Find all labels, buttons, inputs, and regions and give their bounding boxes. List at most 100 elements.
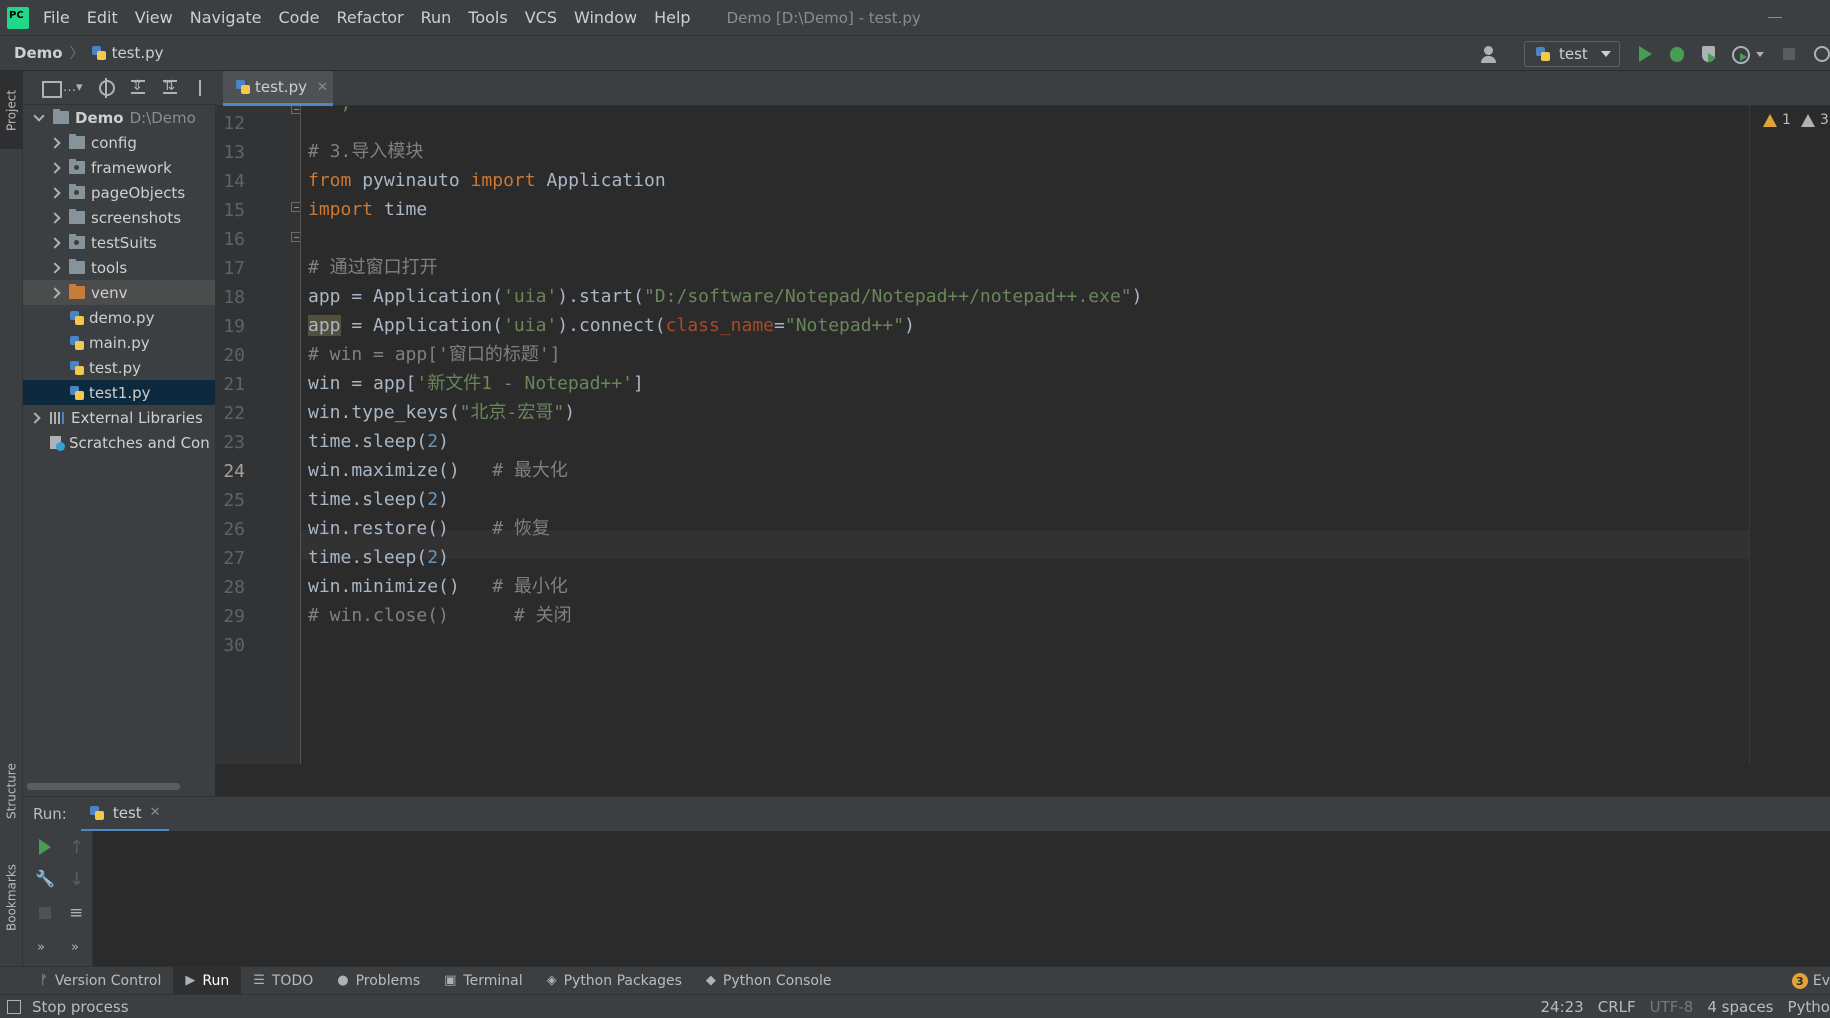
fold-marker-icon[interactable] bbox=[291, 202, 300, 212]
close-icon[interactable]: ✕ bbox=[317, 80, 328, 95]
tree-file-main[interactable]: main.py bbox=[23, 330, 215, 355]
run-icon[interactable] bbox=[1634, 43, 1656, 65]
file-encoding[interactable]: UTF-8 bbox=[1650, 998, 1694, 1016]
inspection-gutter bbox=[1749, 106, 1830, 764]
tree-item-label: test1.py bbox=[89, 383, 151, 402]
python-file-icon bbox=[69, 360, 85, 376]
minimize-window-button[interactable] bbox=[1768, 9, 1782, 23]
menu-file[interactable]: File bbox=[43, 8, 70, 27]
indent-setting[interactable]: 4 spaces bbox=[1707, 998, 1773, 1016]
more-options-icon[interactable] bbox=[198, 79, 203, 96]
run-console[interactable]: ↑ 🔧 ↓ ≡ » » bbox=[23, 831, 1830, 966]
menu-vcs[interactable]: VCS bbox=[525, 8, 557, 27]
tree-folder-pageobjects[interactable]: pageObjects bbox=[23, 180, 215, 205]
project-tool-button[interactable]: Project bbox=[0, 71, 23, 149]
menu-run[interactable]: Run bbox=[421, 8, 452, 27]
tree-file-test[interactable]: test.py bbox=[23, 355, 215, 380]
tree-folder-tools[interactable]: tools bbox=[23, 255, 215, 280]
run-configuration-selector[interactable]: test bbox=[1524, 41, 1620, 67]
rerun-icon[interactable] bbox=[35, 837, 55, 857]
search-icon[interactable] bbox=[1810, 43, 1830, 65]
menu-navigate[interactable]: Navigate bbox=[190, 8, 262, 27]
chevron-right-icon[interactable] bbox=[49, 287, 61, 299]
menu-edit[interactable]: Edit bbox=[87, 8, 118, 27]
more-icon[interactable]: » bbox=[37, 940, 57, 960]
breadcrumb-file[interactable]: test.py bbox=[112, 44, 164, 62]
run-tab-test[interactable]: test ✕ bbox=[80, 797, 169, 832]
fold-marker-icon[interactable] bbox=[291, 232, 300, 242]
tree-external-libraries[interactable]: External Libraries bbox=[23, 405, 215, 430]
fold-marker-icon[interactable] bbox=[291, 106, 300, 114]
chevron-down-icon[interactable] bbox=[1756, 51, 1764, 57]
editor-tab-bar: test.py ✕ bbox=[215, 71, 1830, 106]
line-number: 13 bbox=[223, 142, 245, 163]
chevron-right-icon[interactable] bbox=[49, 212, 61, 224]
tool-python-packages[interactable]: ◈ Python Packages bbox=[535, 967, 694, 995]
view-options-dropdown-icon[interactable]: …▾ bbox=[63, 80, 83, 95]
navigation-bar: Demo 〉 test.py test bbox=[0, 35, 1830, 71]
tree-folder-config[interactable]: config bbox=[23, 130, 215, 155]
debug-icon[interactable] bbox=[1666, 43, 1688, 65]
more-icon[interactable]: » bbox=[71, 940, 91, 960]
soft-wrap-icon[interactable]: ≡ bbox=[69, 903, 89, 923]
structure-tool-button[interactable]: Structure bbox=[0, 751, 23, 831]
tool-python-console[interactable]: ◆ Python Console bbox=[694, 967, 844, 995]
tab-test-py[interactable]: test.py ✕ bbox=[223, 71, 333, 106]
scrollbar-thumb[interactable] bbox=[27, 783, 180, 790]
stop-icon[interactable] bbox=[35, 903, 55, 923]
menu-code[interactable]: Code bbox=[279, 8, 320, 27]
tool-run[interactable]: ▶ Run bbox=[173, 966, 242, 995]
code-editor[interactable]: ''', # 3.导入模块 from pywinauto import Appl… bbox=[301, 106, 1750, 764]
tree-root[interactable]: Demo D:\Demo bbox=[23, 105, 215, 130]
chevron-down-icon[interactable] bbox=[33, 112, 45, 124]
chevron-right-icon[interactable] bbox=[49, 187, 61, 199]
wrench-icon[interactable]: 🔧 bbox=[35, 869, 55, 889]
view-options-icon[interactable] bbox=[41, 78, 62, 98]
profile-icon[interactable] bbox=[1730, 43, 1752, 65]
caret-position[interactable]: 24:23 bbox=[1541, 998, 1584, 1016]
run-with-coverage-icon[interactable] bbox=[1698, 43, 1720, 65]
line-separator[interactable]: CRLF bbox=[1598, 998, 1636, 1016]
tree-folder-screenshots[interactable]: screenshots bbox=[23, 205, 215, 230]
menu-help[interactable]: Help bbox=[654, 8, 690, 27]
tool-version-control[interactable]: ᚠ Version Control bbox=[28, 967, 173, 995]
horizontal-scrollbar[interactable] bbox=[23, 781, 215, 791]
menu-view[interactable]: View bbox=[135, 8, 173, 27]
tree-file-demo[interactable]: demo.py bbox=[23, 305, 215, 330]
line-number: 17 bbox=[223, 258, 245, 279]
tree-file-test1[interactable]: test1.py bbox=[23, 380, 215, 405]
menu-refactor[interactable]: Refactor bbox=[336, 8, 403, 27]
expand-all-icon[interactable] bbox=[129, 78, 149, 98]
collapse-all-icon[interactable] bbox=[161, 78, 181, 98]
tree-folder-framework[interactable]: framework bbox=[23, 155, 215, 180]
line-number: 15 bbox=[223, 200, 245, 221]
chevron-right-icon[interactable] bbox=[29, 412, 41, 424]
chevron-right-icon[interactable] bbox=[49, 162, 61, 174]
close-icon[interactable]: ✕ bbox=[150, 805, 161, 820]
code-line-15: import time bbox=[308, 195, 427, 224]
arrow-down-icon[interactable]: ↓ bbox=[69, 869, 89, 890]
tree-folder-testsuits[interactable]: testSuits bbox=[23, 230, 215, 255]
chevron-right-icon[interactable] bbox=[49, 137, 61, 149]
tool-terminal[interactable]: ▣ Terminal bbox=[432, 967, 534, 995]
chevron-right-icon[interactable] bbox=[49, 262, 61, 274]
tree-scratches[interactable]: Scratches and Con bbox=[23, 430, 215, 455]
bookmarks-tool-button[interactable]: Bookmarks bbox=[0, 849, 23, 945]
line-number: 23 bbox=[223, 432, 245, 453]
inspection-widget[interactable]: 1 3 bbox=[1763, 112, 1829, 128]
tool-todo[interactable]: ☰ TODO bbox=[241, 967, 325, 995]
chevron-right-icon[interactable] bbox=[49, 237, 61, 249]
locate-file-icon[interactable] bbox=[97, 77, 117, 98]
python-interpreter[interactable]: Pytho bbox=[1788, 998, 1830, 1016]
event-log-button[interactable]: 3 Ev bbox=[1791, 967, 1830, 995]
tool-window-toggle-icon[interactable] bbox=[7, 999, 21, 1014]
tree-folder-venv[interactable]: venv bbox=[23, 280, 215, 305]
breadcrumb-project[interactable]: Demo bbox=[14, 44, 63, 62]
menu-window[interactable]: Window bbox=[574, 8, 637, 27]
tool-problems[interactable]: ● Problems bbox=[325, 967, 432, 995]
code-token: ).start( bbox=[557, 286, 644, 307]
arrow-up-icon[interactable]: ↑ bbox=[69, 837, 89, 858]
menu-tools[interactable]: Tools bbox=[468, 8, 507, 27]
stop-icon[interactable] bbox=[1778, 43, 1800, 65]
user-icon[interactable] bbox=[1480, 44, 1510, 64]
